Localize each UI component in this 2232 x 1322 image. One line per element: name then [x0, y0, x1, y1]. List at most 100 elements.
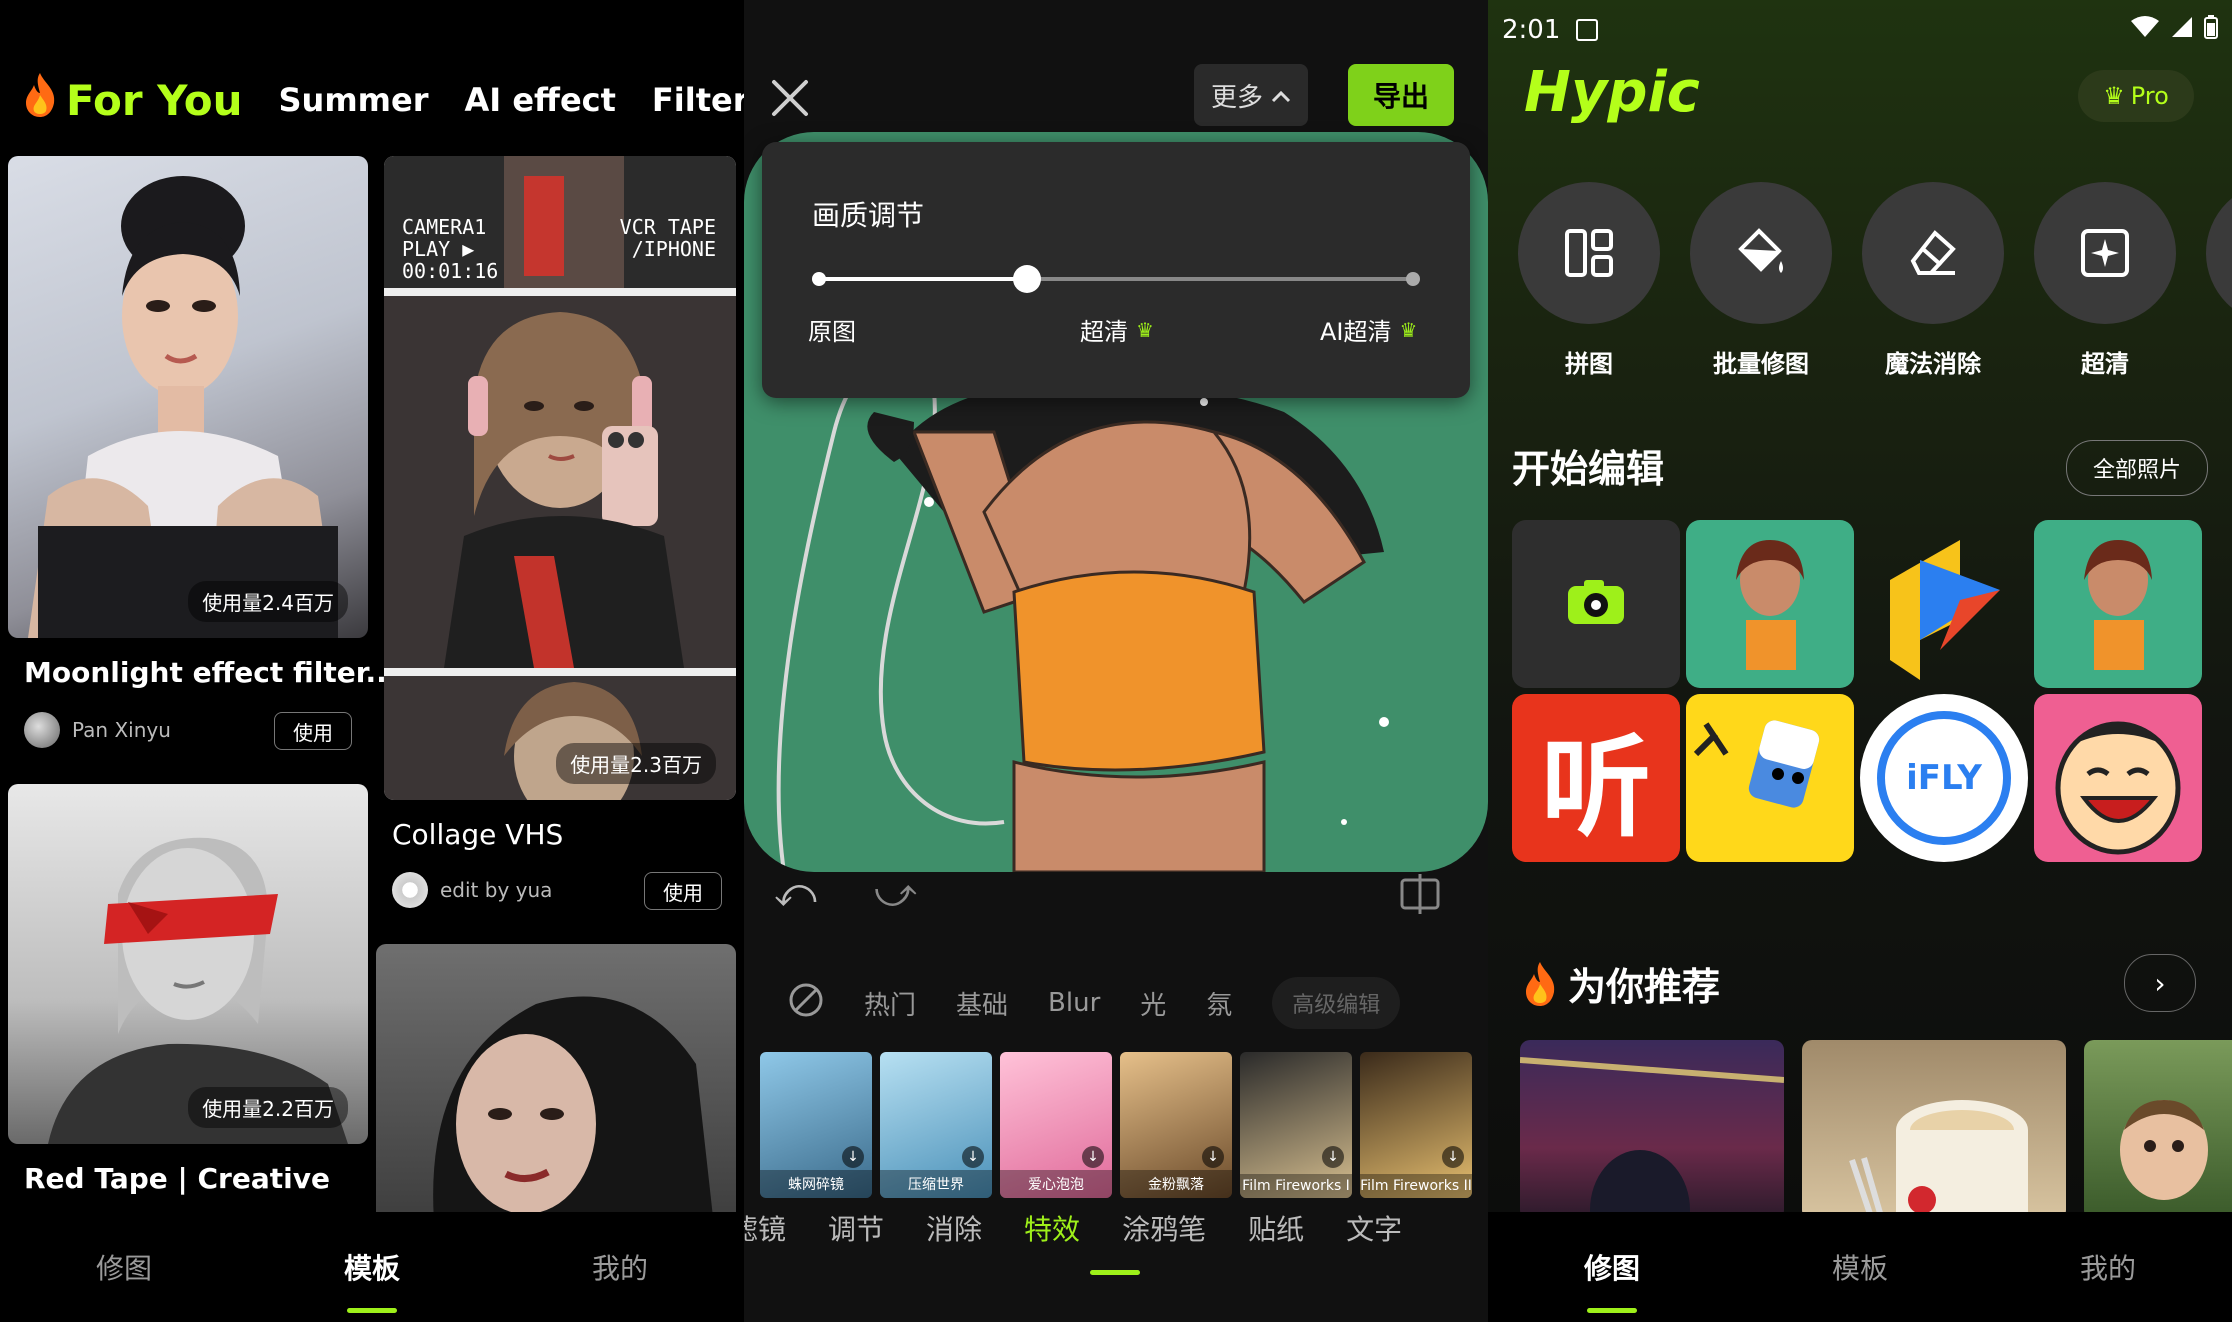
redo-icon[interactable]: ⤻: [874, 870, 917, 916]
template-author: Pan Xinyu: [24, 712, 171, 748]
effect-label: 蛛网碎镜: [760, 1170, 872, 1198]
crown-icon: ♛: [1136, 317, 1154, 342]
template-card-collage-vhs[interactable]: CAMERA1 PLAY ▶ 00:01:16 VCR TAPE /IPHONE…: [384, 156, 736, 800]
app-icon-tile[interactable]: 听: [1512, 694, 1680, 862]
tool-adjust[interactable]: 调节: [828, 1208, 884, 1248]
feature-hd[interactable]: 超清: [2034, 182, 2176, 379]
wifi-icon: [2130, 15, 2160, 46]
label-text: 原图: [808, 318, 856, 346]
slider-fill: [818, 277, 1027, 281]
advanced-edit-button[interactable]: 高级编辑: [1272, 977, 1401, 1029]
effect-label: Film Fireworks II: [1360, 1174, 1472, 1198]
feature-label: 拼图: [1565, 350, 1613, 378]
effect-thumbnail[interactable]: ↓ 压缩世界: [880, 1052, 992, 1198]
camera-tile[interactable]: [1512, 520, 1680, 688]
quality-adjust-panel: 画质调节 原图 超清 ♛ AI超清 ♛: [762, 142, 1470, 398]
effect-label: 爱心泡泡: [1000, 1170, 1112, 1198]
tab-ai-effect[interactable]: AI effect: [465, 81, 616, 119]
label-text: 超清: [1080, 318, 1128, 346]
tool-erase[interactable]: 消除: [926, 1208, 982, 1248]
slider-stop-original[interactable]: [812, 272, 826, 286]
vhs-overlay-left: CAMERA1 PLAY ▶ 00:01:16: [402, 215, 499, 283]
photo-thumbnail[interactable]: [2034, 520, 2202, 688]
undo-icon[interactable]: ⤺: [774, 870, 817, 916]
slider-stop-ai[interactable]: [1406, 272, 1420, 286]
use-template-button[interactable]: 使用: [644, 872, 722, 910]
home-screen: 2:01 Hypic ♛ Pro 拼图 批量修图 魔法消除 超清 开始编辑 全部…: [1488, 0, 2232, 1322]
template-card-moonlight[interactable]: 使用量2.4百万: [8, 156, 368, 638]
export-button[interactable]: 导出: [1348, 64, 1454, 126]
chevron-right-icon[interactable]: ›: [2124, 954, 2196, 1012]
start-edit-title: 开始编辑: [1512, 447, 1665, 491]
tool-sticker[interactable]: 贴纸: [1248, 1208, 1304, 1248]
category-hot[interactable]: 热门: [864, 985, 916, 1022]
slider-label-original: 原图: [808, 312, 856, 347]
pro-button[interactable]: ♛ Pro: [2078, 70, 2194, 122]
effect-thumbnail[interactable]: ↓ 蛛网碎镜: [760, 1052, 872, 1198]
quality-slider[interactable]: [812, 265, 1420, 293]
recommend-image: [1849, 1100, 2028, 1220]
girl-illustration-thumbnail: [1736, 540, 1804, 670]
slider-label-hd: 超清 ♛: [1080, 312, 1154, 347]
active-tool-indicator: [1090, 1270, 1140, 1275]
effect-thumbnail[interactable]: ↓ Film Fireworks I: [1240, 1052, 1352, 1198]
effect-thumbnail[interactable]: ↓ 金粉飘落: [1120, 1052, 1232, 1198]
usage-count: 使用量2.3百万: [556, 743, 716, 784]
app-icon-tile[interactable]: [1860, 520, 2028, 688]
nav-templates[interactable]: 模板: [282, 1247, 462, 1313]
tool-effects[interactable]: 特效: [1024, 1208, 1080, 1248]
tool-filter[interactable]: 滤镜: [744, 1208, 786, 1248]
feature-more[interactable]: [2206, 182, 2232, 379]
nav-mine[interactable]: 我的: [530, 1247, 710, 1287]
template-card-portrait[interactable]: [376, 944, 736, 1244]
template-title: Collage VHS: [392, 818, 564, 851]
app-icon-tile[interactable]: [2034, 694, 2202, 862]
nav-mine[interactable]: 我的: [2018, 1247, 2198, 1287]
nav-edit[interactable]: 修图: [1522, 1247, 1702, 1313]
recommend-card[interactable]: [1802, 1040, 2066, 1220]
feature-batch-edit[interactable]: 批量修图: [1690, 182, 1832, 379]
recommend-card[interactable]: [2084, 1040, 2232, 1220]
category-blur[interactable]: Blur: [1048, 988, 1100, 1018]
category-atmosphere[interactable]: 氛: [1206, 985, 1232, 1022]
status-time: 2:01: [1502, 15, 1561, 45]
more-label: 更多: [1210, 82, 1263, 113]
no-effect-icon[interactable]: [788, 982, 824, 1025]
tab-summer[interactable]: Summer: [279, 81, 429, 119]
bottom-nav: 修图 模板 我的: [1488, 1212, 2232, 1322]
slider-label-ai-hd: AI超清 ♛: [1320, 312, 1417, 347]
template-card-red-tape[interactable]: 使用量2.2百万: [8, 784, 368, 1144]
feature-collage[interactable]: 拼图: [1518, 182, 1660, 379]
app-icon-tile[interactable]: [1686, 694, 1854, 862]
more-feature-icon: [2206, 182, 2232, 324]
compare-icon[interactable]: [1398, 872, 1442, 926]
template-preview-image: [433, 996, 716, 1244]
template-title: Red Tape | Creative: [24, 1162, 330, 1195]
category-light[interactable]: 光: [1140, 985, 1166, 1022]
all-photos-button[interactable]: 全部照片: [2066, 440, 2208, 496]
slider-thumb[interactable]: [1012, 265, 1041, 293]
effect-thumbnails: ↓ 蛛网碎镜 ↓ 压缩世界 ↓ 爱心泡泡 ↓ 金粉飘落 ↓ Film Firew…: [760, 1052, 1472, 1198]
feature-magic-erase[interactable]: 魔法消除: [1862, 182, 2004, 379]
nav-edit[interactable]: 修图: [34, 1247, 214, 1287]
app-icon-tile[interactable]: iFLY: [1860, 694, 2028, 862]
tab-filter[interactable]: Filter: [652, 81, 744, 119]
nav-templates[interactable]: 模板: [1770, 1247, 1950, 1287]
recommend-card[interactable]: [1520, 1040, 1784, 1220]
status-bar: 2:01: [1502, 10, 2218, 50]
tab-for-you[interactable]: For You: [22, 71, 243, 129]
templates-screen: For You Summer AI effect Filter IG 使用量2.…: [0, 0, 744, 1322]
recommend-title: 为你推荐: [1568, 965, 1721, 1009]
photo-thumbnail[interactable]: [1686, 520, 1854, 688]
pro-label: Pro: [2130, 82, 2169, 110]
tool-text[interactable]: 文字: [1346, 1208, 1402, 1248]
effect-thumbnail[interactable]: ↓ 爱心泡泡: [1000, 1052, 1112, 1198]
tool-brush[interactable]: 涂鸦笔: [1122, 1208, 1206, 1248]
template-title: Moonlight effect filter...: [24, 656, 398, 689]
category-basic[interactable]: 基础: [956, 985, 1008, 1022]
quality-title: 画质调节: [812, 199, 925, 232]
more-button[interactable]: 更多: [1194, 64, 1308, 126]
close-icon[interactable]: [768, 76, 812, 120]
use-template-button[interactable]: 使用: [274, 712, 352, 750]
effect-thumbnail[interactable]: ↓ Film Fireworks II: [1360, 1052, 1472, 1198]
